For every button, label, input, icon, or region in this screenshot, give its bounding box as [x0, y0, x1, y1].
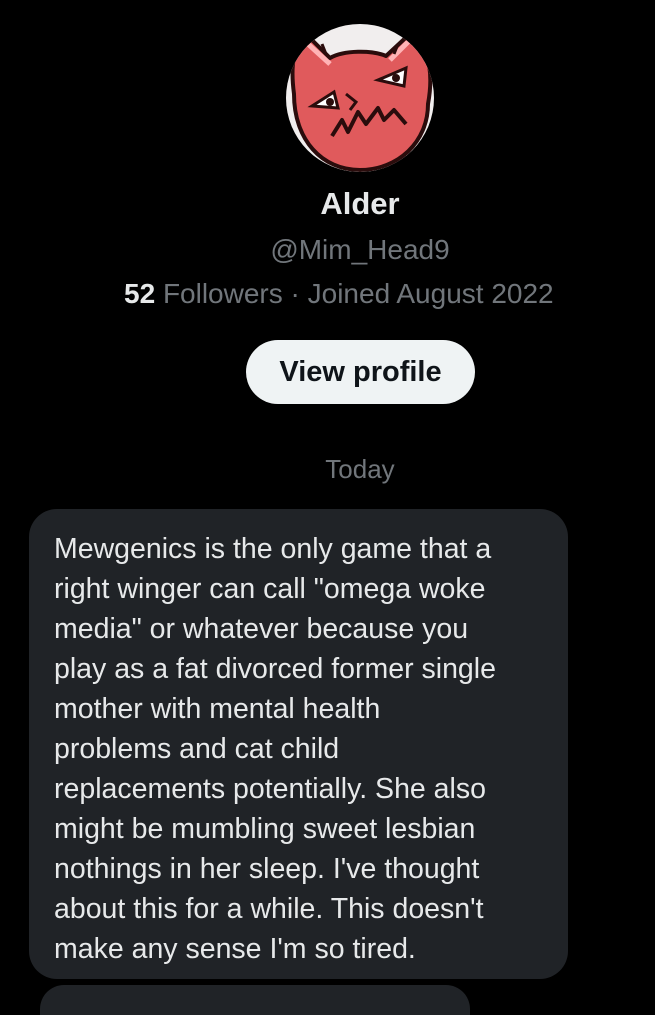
followers-label[interactable]: Followers	[163, 278, 283, 309]
profile-handle[interactable]: @Mim_Head9	[0, 234, 655, 266]
date-separator: Today	[325, 454, 395, 484]
profile-meta: 52 Followers · Joined August 2022	[124, 278, 554, 310]
message-text: Mewgenics is the only game that a right …	[54, 533, 496, 965]
profile-name[interactable]: Alder	[0, 186, 655, 222]
meta-separator: ·	[290, 278, 300, 309]
followers-count[interactable]: 52	[124, 278, 155, 309]
view-profile-button[interactable]: View profile	[246, 340, 475, 404]
next-message-bubble[interactable]	[40, 985, 470, 1015]
profile-avatar[interactable]	[286, 24, 434, 172]
message-bubble[interactable]: Mewgenics is the only game that a right …	[29, 509, 568, 979]
joined-date: Joined August 2022	[307, 278, 554, 309]
angry-cat-avatar-icon	[286, 24, 434, 172]
